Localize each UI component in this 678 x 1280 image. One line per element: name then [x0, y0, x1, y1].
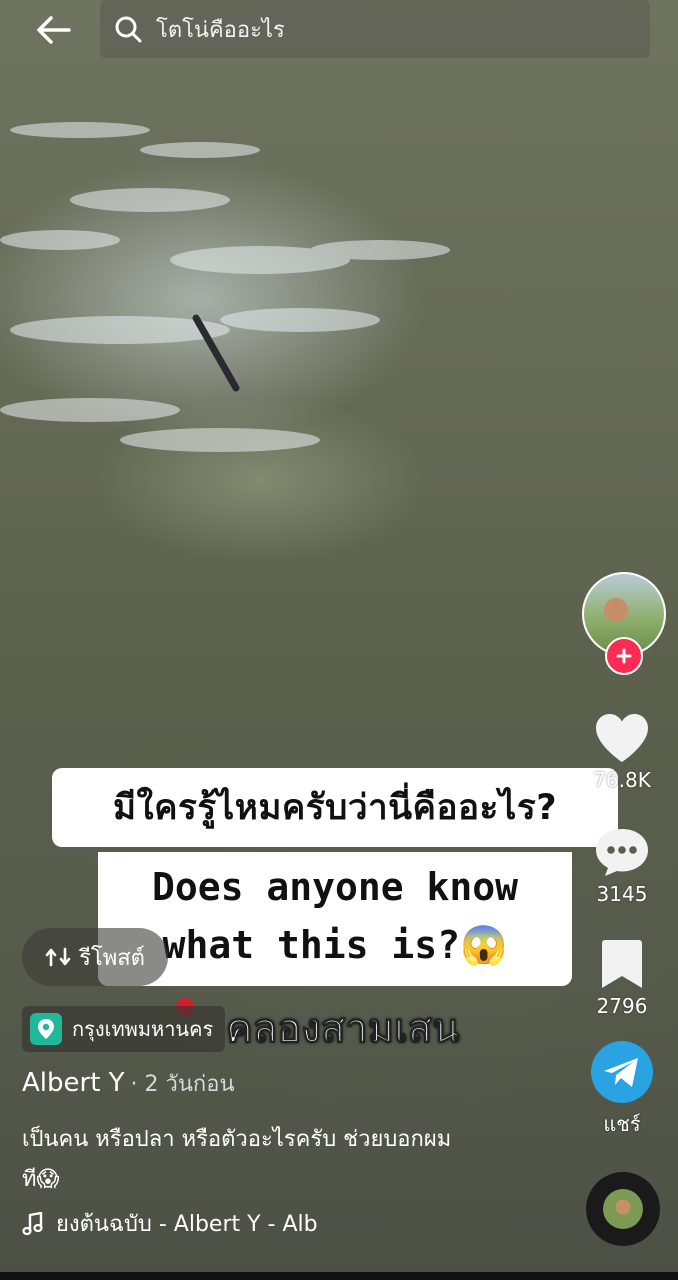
post-description[interactable]: เป็นคน หรือปลา หรือตัวอะไรครับ ช่วยบอกผม…	[22, 1120, 542, 1200]
post-time: · 2 วันก่อน	[130, 1072, 235, 1097]
author-line: Albert Y · 2 วันก่อน	[22, 1066, 235, 1101]
bookmark-button[interactable]: 2796	[580, 938, 664, 1018]
bottom-strip	[0, 1272, 678, 1280]
like-count: 76.8K	[593, 768, 651, 792]
caption-overlay-box: มีใครรู้ไหมครับว่านี่คืออะไร?	[52, 768, 618, 847]
description-line-2: ที😱	[22, 1167, 60, 1192]
location-pin-icon	[30, 1013, 62, 1045]
repost-icon	[45, 947, 71, 967]
comment-count: 3145	[596, 882, 648, 906]
bookmark-icon	[602, 940, 642, 988]
repost-button[interactable]: รีโพสต์	[22, 928, 168, 986]
search-icon	[115, 16, 142, 43]
location-overlay-text: คลองสามเสน	[226, 1006, 460, 1053]
search-bar[interactable]: โตโน่คืออะไร	[100, 0, 650, 58]
music-disc[interactable]	[586, 1172, 660, 1246]
heart-icon	[596, 714, 648, 762]
location-label: กรุงเทพมหานคร	[72, 1017, 214, 1041]
author-name[interactable]: Albert Y	[22, 1068, 125, 1098]
telegram-share-icon	[591, 1041, 653, 1103]
music-disc-avatar	[603, 1189, 643, 1229]
plus-icon	[616, 648, 632, 664]
music-note-icon	[22, 1211, 43, 1235]
description-line-1: เป็นคน หรือปลา หรือตัวอะไรครับ ช่วยบอกผม	[22, 1127, 452, 1152]
bookmark-count: 2796	[596, 994, 648, 1018]
music-info[interactable]: ยงต้นฉบับ - Albert Y - Alb	[22, 1206, 318, 1241]
back-button[interactable]	[28, 10, 78, 50]
location-tag[interactable]: กรุงเทพมหานคร	[22, 1006, 226, 1052]
share-label: แชร์	[603, 1112, 641, 1136]
caption-english-1: Does anyone know	[151, 865, 519, 909]
comment-bubble-icon	[596, 829, 648, 876]
arrow-left-icon	[37, 16, 71, 44]
caption-overlay-box-en: Does anyone know what this is?😱	[98, 852, 572, 986]
music-title: ยงต้นฉบับ - Albert Y - Alb	[56, 1212, 318, 1237]
like-button[interactable]: 76.8K	[580, 712, 664, 792]
follow-button[interactable]	[605, 637, 643, 675]
search-query[interactable]: โตโน่คืออะไร	[156, 12, 285, 47]
comment-button[interactable]: 3145	[580, 826, 664, 906]
repost-label: รีโพสต์	[79, 945, 145, 971]
caption-thai: มีใครรู้ไหมครับว่านี่คืออะไร?	[112, 788, 558, 828]
caption-english-2: what this is?😱	[162, 923, 508, 967]
share-button[interactable]: แชร์	[580, 1040, 664, 1140]
